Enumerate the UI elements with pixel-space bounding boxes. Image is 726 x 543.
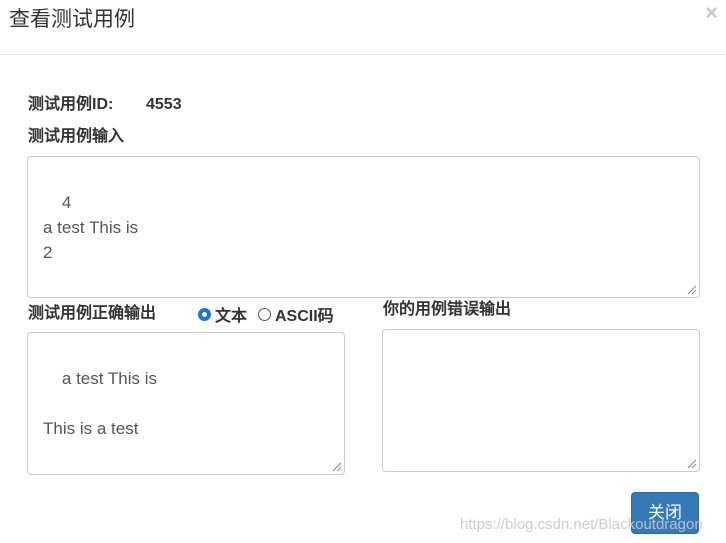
expected-output-text: a test This is This is a test [43, 369, 158, 438]
view-test-case-dialog: 查看测试用例 × 测试用例ID: 4553 测试用例输入 4 a test Th… [0, 0, 726, 543]
expected-output-textarea[interactable]: a test This is This is a test [27, 332, 345, 475]
resize-grip-icon[interactable] [687, 285, 697, 295]
radio-text-option[interactable]: 文本 [198, 302, 247, 326]
radio-text-label: 文本 [215, 308, 248, 325]
expected-output-label: 测试用例正确输出 [28, 305, 157, 322]
close-icon[interactable]: × [705, 2, 718, 24]
wrong-output-textarea[interactable] [382, 329, 700, 472]
dialog-header: 查看测试用例 × [0, 0, 726, 55]
wrong-output-label: 你的用例错误输出 [383, 301, 512, 318]
case-id-label: 测试用例ID: [28, 96, 114, 113]
case-input-text: 4 a test This is 2 [43, 193, 139, 262]
case-input-textarea[interactable]: 4 a test This is 2 [27, 156, 700, 298]
case-input-label: 测试用例输入 [28, 128, 125, 145]
dialog-title: 查看测试用例 [9, 8, 135, 31]
case-id-value: 4553 [146, 96, 182, 113]
radio-ascii-option[interactable]: ASCII码 [258, 302, 334, 326]
radio-ascii-label: ASCII码 [275, 308, 334, 325]
resize-grip-icon[interactable] [332, 462, 342, 472]
radio-text-input[interactable] [198, 307, 211, 321]
close-button[interactable]: 关闭 [631, 492, 699, 534]
radio-ascii-input[interactable] [258, 307, 271, 321]
resize-grip-icon[interactable] [687, 459, 697, 469]
